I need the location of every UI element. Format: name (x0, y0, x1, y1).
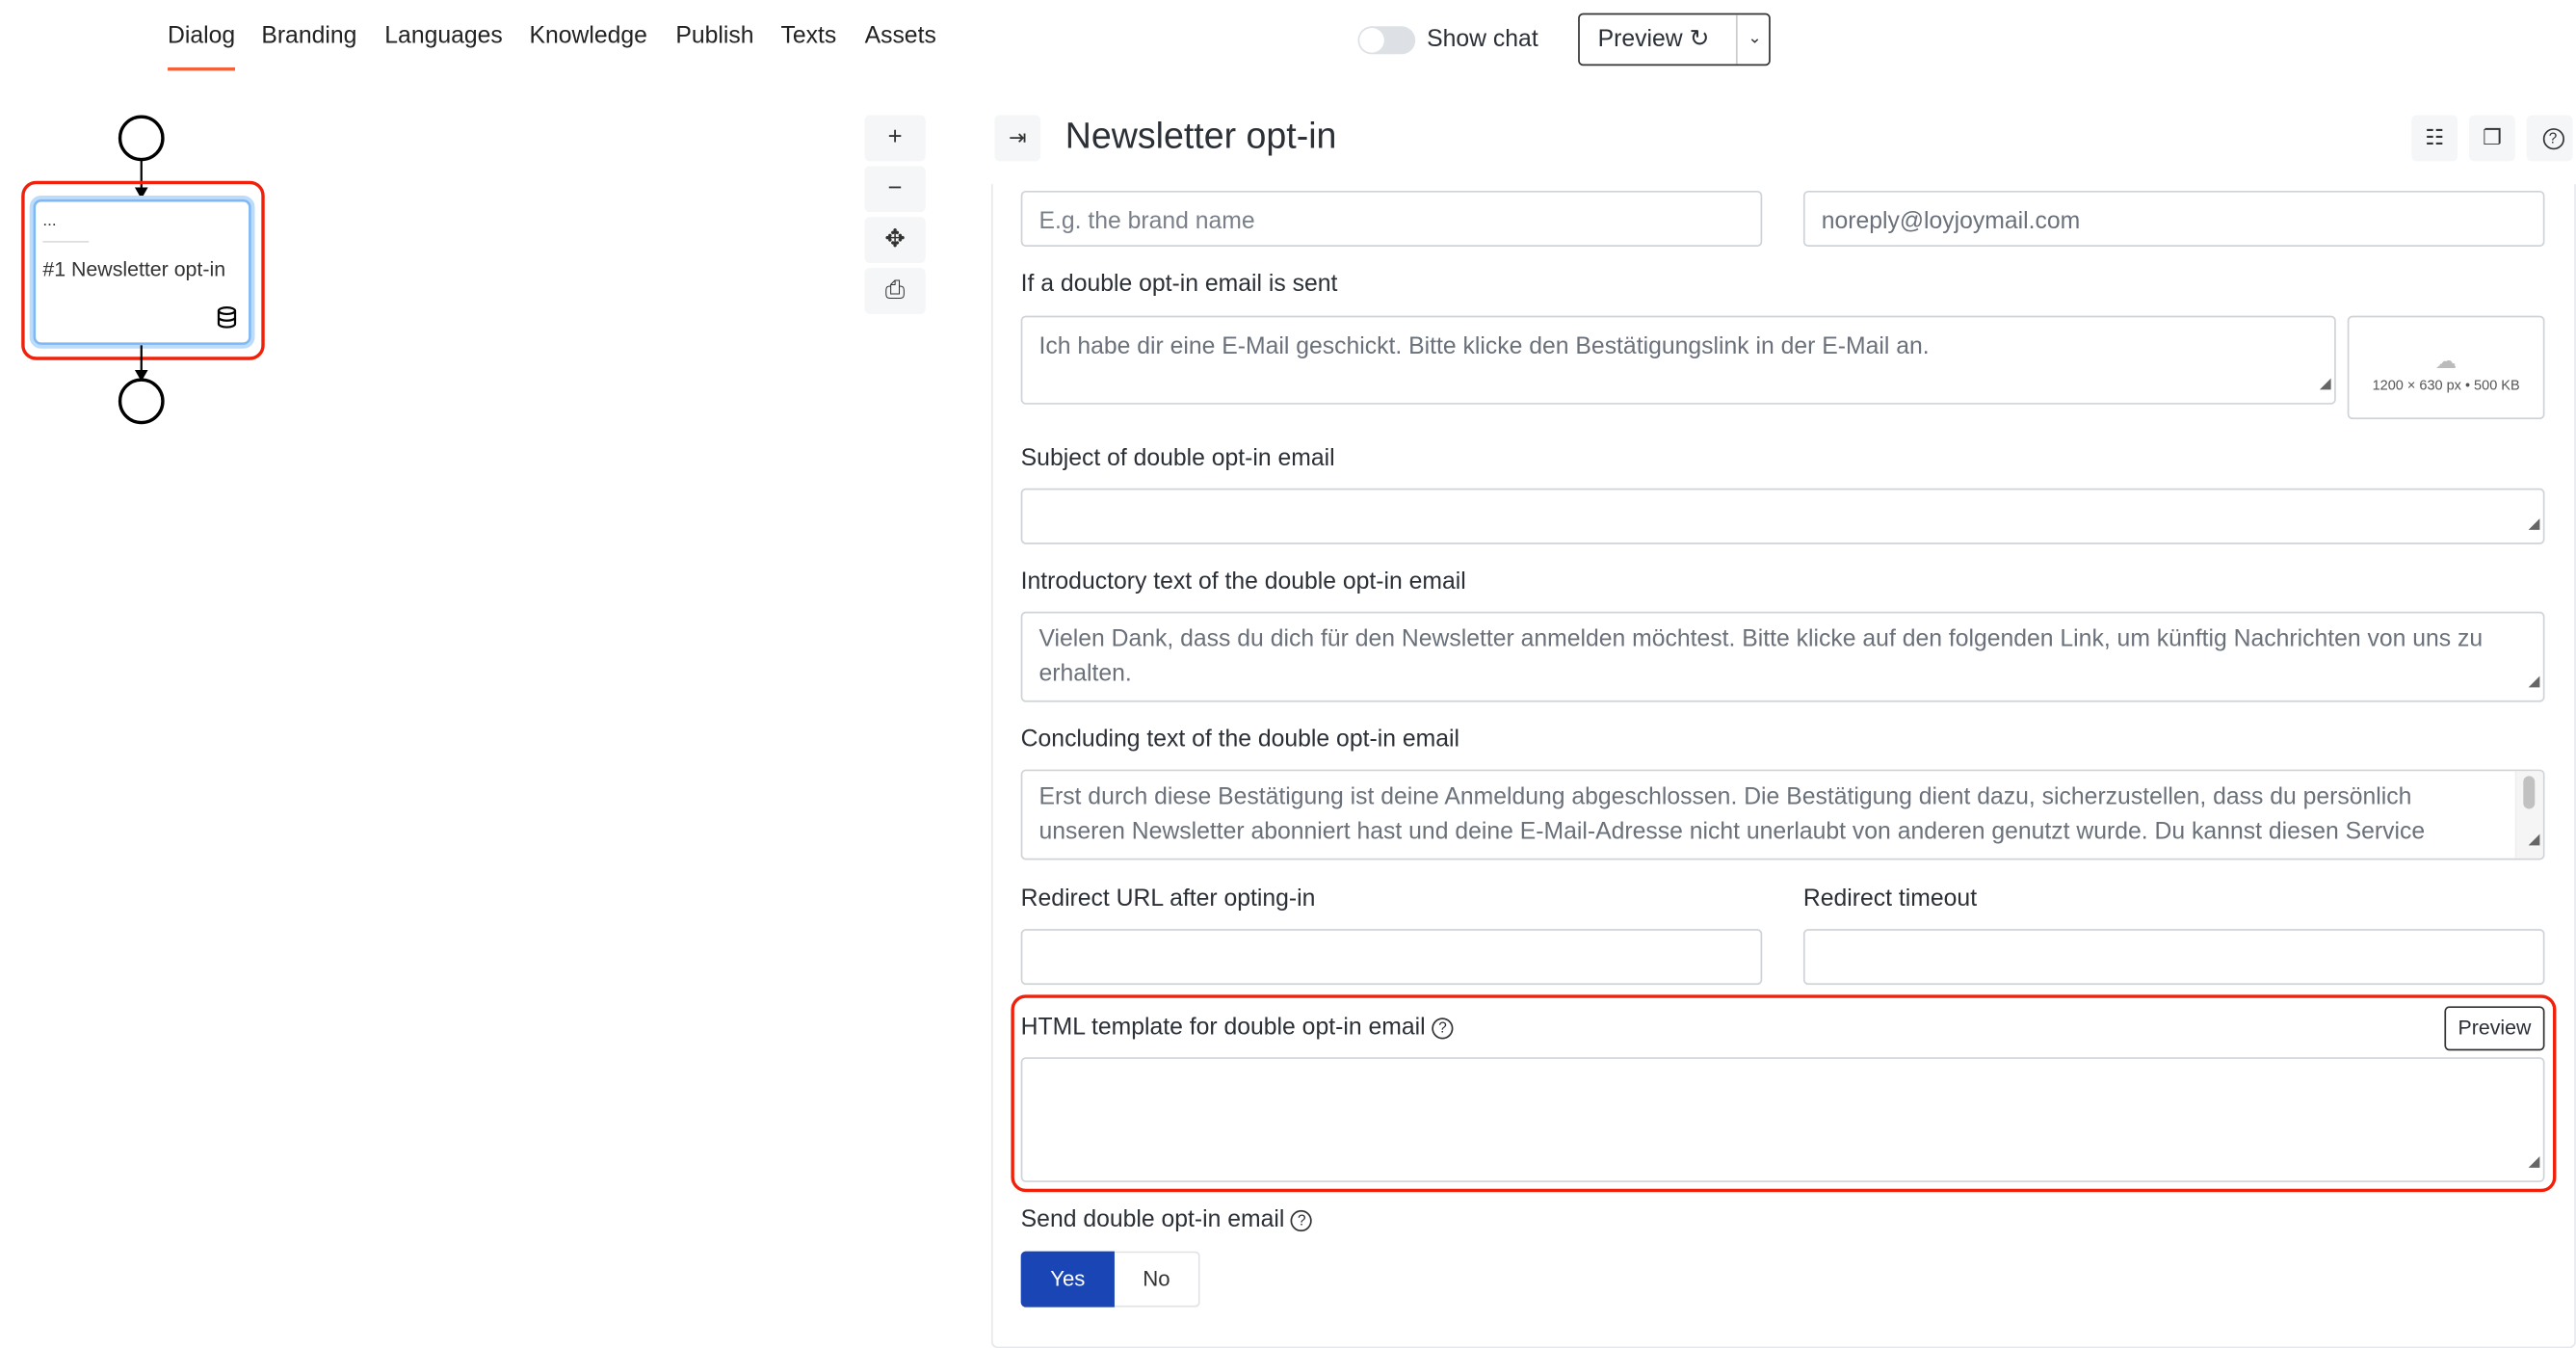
sent-textarea[interactable]: Ich habe dir eine E-Mail geschickt. Bitt… (1020, 315, 2336, 405)
tab-languages[interactable]: Languages (384, 23, 502, 49)
image-hint: 1200 × 630 px • 500 KB (2372, 376, 2520, 393)
redirect-url-input[interactable] (1020, 929, 1763, 986)
start-node[interactable] (118, 115, 165, 162)
send-no-button[interactable]: No (1114, 1251, 1200, 1308)
redirect-timeout-label: Redirect timeout (1802, 885, 1978, 913)
help-icon[interactable]: ? (1432, 1018, 1454, 1040)
print-button[interactable]: ⎙ (864, 268, 926, 314)
help-button[interactable]: ? (2526, 115, 2573, 162)
html-template-label-text: HTML template for double opt-in email (1020, 1014, 1426, 1042)
intro-label: Introductory text of the double opt-in e… (1020, 568, 1466, 595)
checklist-button[interactable]: ☷ (2411, 115, 2458, 162)
copy-icon: ❐ (2482, 124, 2502, 150)
tab-dialog[interactable]: Dialog (168, 23, 236, 71)
help-icon: ? (2541, 128, 2564, 150)
tab-assets[interactable]: Assets (865, 23, 936, 49)
show-chat-toggle[interactable] (1357, 26, 1416, 55)
sent-label: If a double opt-in email is sent (1020, 271, 1338, 298)
panel-title: Newsletter opt-in (1065, 115, 1337, 157)
intro-textarea[interactable]: Vielen Dank, dass du dich für den Newsle… (1020, 611, 2545, 702)
send-label: Send double opt-in email? (1020, 1206, 1313, 1233)
concluding-textarea[interactable]: Erst durch diese Bestätigung ist deine A… (1020, 769, 2545, 860)
intro-text: Vielen Dank, dass du dich für den Newsle… (1038, 626, 2484, 688)
html-preview-button[interactable]: Preview (2444, 1006, 2545, 1051)
concluding-text: Erst durch diese Bestätigung ist deine A… (1038, 783, 2426, 846)
checklist-icon: ☷ (2425, 124, 2445, 150)
zoom-out-button[interactable]: − (864, 166, 926, 213)
redirect-url-label: Redirect URL after opting-in (1020, 885, 1316, 913)
preview-split-button: Preview ↻ ⌄ (1578, 13, 1771, 66)
help-icon[interactable]: ? (1291, 1209, 1313, 1232)
tab-texts[interactable]: Texts (781, 23, 837, 49)
html-template-textarea[interactable]: ◢ (1020, 1057, 2545, 1182)
cloud-upload-icon: ☁ (2435, 348, 2458, 374)
sender-name-input[interactable]: E.g. the brand name (1020, 190, 1763, 247)
redirect-timeout-input[interactable] (1802, 929, 2545, 986)
node-label: #1 Newsletter opt-in (42, 257, 226, 281)
fit-view-button[interactable]: ✥ (864, 217, 926, 264)
scrollbar-thumb[interactable] (2523, 776, 2536, 809)
show-chat-label: Show chat (1427, 26, 1538, 53)
resize-handle[interactable]: ◢ (2529, 1145, 2540, 1179)
end-node[interactable] (118, 378, 165, 425)
subject-textarea[interactable]: ◢ (1020, 488, 2545, 544)
send-label-text: Send double opt-in email (1020, 1206, 1285, 1233)
preview-label: Preview (1597, 26, 1683, 53)
tab-publish[interactable]: Publish (675, 23, 753, 49)
send-yes-button[interactable]: Yes (1020, 1251, 1115, 1308)
concluding-label: Concluding text of the double opt-in ema… (1020, 727, 1459, 753)
collapse-panel-button[interactable]: ⇥ (994, 115, 1041, 162)
copy-button[interactable]: ❐ (2469, 115, 2515, 162)
preview-button[interactable]: Preview ↻ (1598, 26, 1710, 52)
sender-email-input[interactable]: noreply@loyjoymail.com (1802, 190, 2545, 247)
tab-branding[interactable]: Branding (261, 23, 356, 49)
resize-handle[interactable]: ◢ (2529, 664, 2540, 699)
zoom-in-button[interactable]: + (864, 115, 926, 162)
resize-handle[interactable]: ◢ (2529, 507, 2540, 542)
node-dots: ... (42, 212, 57, 230)
resize-handle[interactable]: ◢ (2529, 822, 2540, 857)
tab-knowledge[interactable]: Knowledge (529, 23, 646, 49)
arrow-right-bar-icon: ⇥ (1008, 124, 1027, 150)
html-template-label: HTML template for double opt-in email? (1021, 1015, 1454, 1041)
resize-handle[interactable]: ◢ (2320, 367, 2331, 402)
refresh-icon: ↻ (1689, 26, 1710, 53)
image-upload[interactable]: ☁ 1200 × 630 px • 500 KB (2347, 315, 2545, 420)
chevron-down-icon[interactable]: ⌄ (1735, 14, 1773, 65)
subject-label: Subject of double opt-in email (1020, 445, 1335, 472)
sent-text: Ich habe dir eine E-Mail geschickt. Bitt… (1038, 333, 1930, 360)
